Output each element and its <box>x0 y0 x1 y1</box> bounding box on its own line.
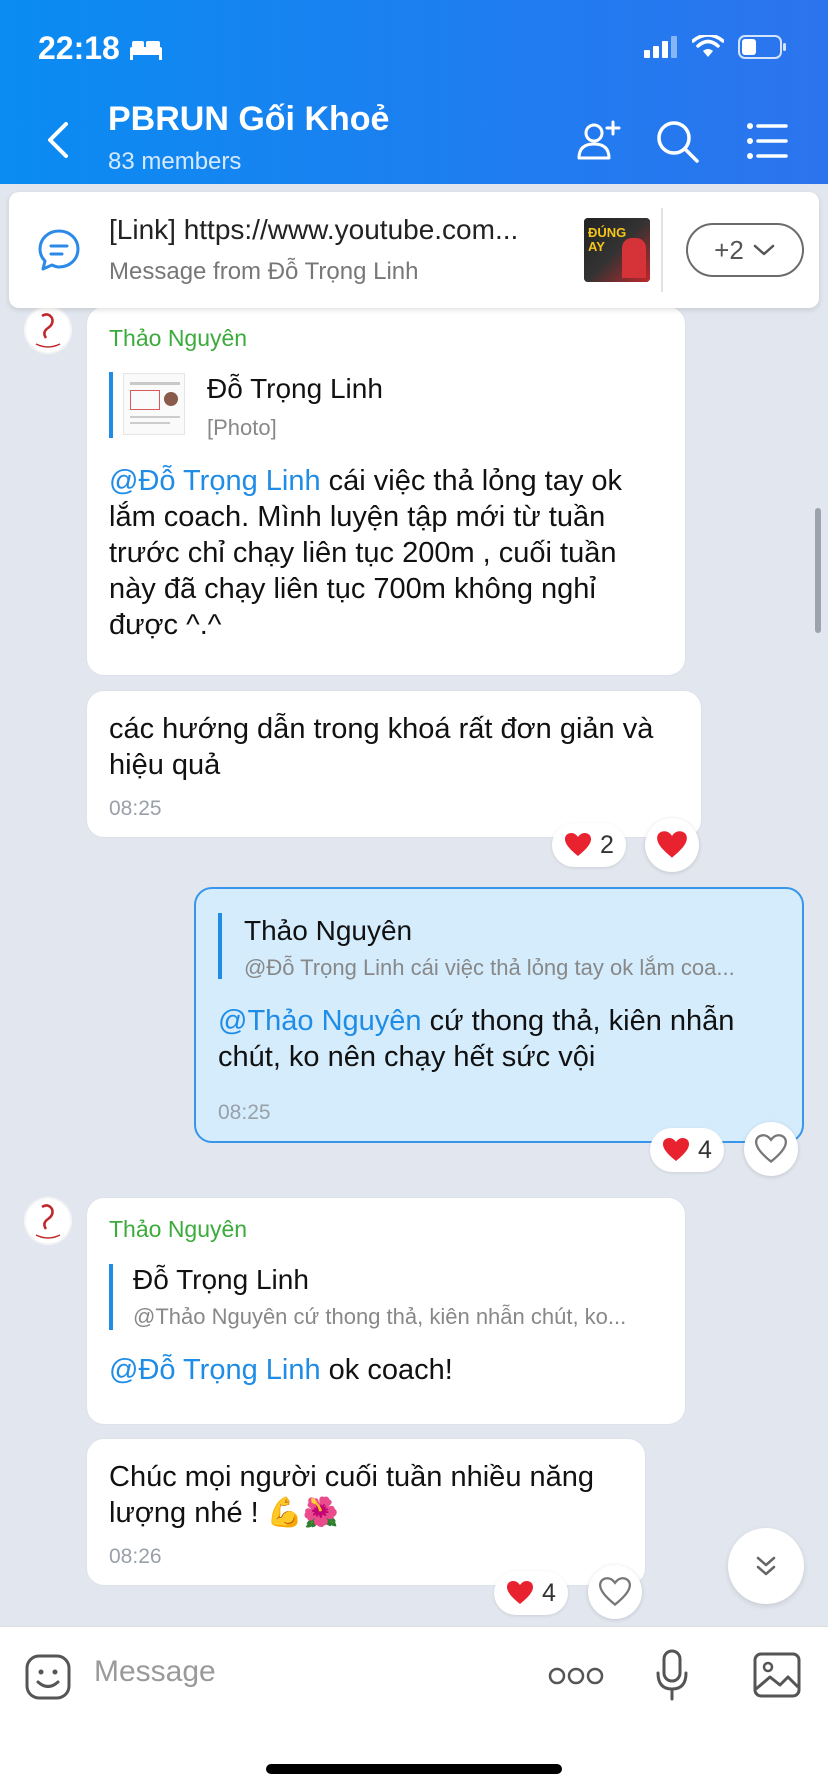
message-bubble[interactable]: Chúc mọi người cuối tuần nhiều năng lượn… <box>86 1438 646 1586</box>
chat-bubble-icon <box>38 229 80 271</box>
video-thumbnail[interactable]: ĐÚNG AY <box>584 218 650 282</box>
quoted-sender: Thảo Nguyên <box>244 915 413 946</box>
message-bubble[interactable]: Thảo Nguyên Đỗ Trọng Linh [Photo] @Đỗ Tr… <box>86 306 686 676</box>
message-text-line: lắm coach. Mình luyện tập mới từ tuần <box>109 501 606 533</box>
pinned-more-label: +2 <box>714 234 744 265</box>
reaction-count: 4 <box>542 1578 556 1607</box>
reaction-count: 4 <box>698 1135 712 1164</box>
member-count[interactable]: 83 members <box>108 148 241 176</box>
pinned-subtitle: Message from Đỗ Trọng Linh <box>109 258 419 285</box>
double-chevron-down-icon <box>756 1556 776 1576</box>
message-time: 08:25 <box>109 797 162 820</box>
message-text-line: được ^.^ <box>109 609 222 641</box>
avatar[interactable] <box>24 1197 72 1245</box>
bed-icon <box>129 40 162 60</box>
pinned-more-button[interactable]: +2 <box>686 223 804 277</box>
message-text: @Đỗ Trọng Linh ok coach! <box>109 1352 679 1388</box>
message-text-line: ok coach! <box>320 1354 453 1386</box>
reaction-summary[interactable]: 2 <box>552 823 626 867</box>
quoted-reply[interactable] <box>109 372 113 438</box>
quoted-reply[interactable] <box>218 913 222 979</box>
chevron-down-icon <box>753 244 775 256</box>
reaction-summary[interactable]: 4 <box>650 1128 724 1172</box>
heart-icon <box>565 833 591 856</box>
heart-outline-icon <box>599 1577 631 1607</box>
back-arrow-icon[interactable] <box>40 118 76 162</box>
message-text-line: Chúc mọi người cuối tuần nhiều năng <box>109 1461 595 1493</box>
quoted-photo-thumbnail <box>123 373 185 435</box>
sender-name: Thảo Nguyên <box>109 325 248 351</box>
pinned-message-bar[interactable]: [Link] https://www.youtube.com... Messag… <box>9 192 819 308</box>
message-time: 08:25 <box>218 1101 271 1124</box>
search-icon[interactable] <box>652 116 702 166</box>
group-title[interactable]: PBRUN Gối Khoẻ <box>108 100 389 139</box>
thumbnail-text: ĐÚNG AY <box>588 225 627 254</box>
mention-link[interactable]: @Thảo Nguyên <box>218 1005 422 1037</box>
message-text-line: này đã chạy liên tục 700m không nghỉ <box>109 573 596 605</box>
own-message-bubble[interactable]: Thảo Nguyên @Đỗ Trọng Linh cái việc thả … <box>194 887 804 1143</box>
react-button[interactable] <box>744 1122 798 1176</box>
message-text-line: các hướng dẫn trong khoá rất đơn giản và <box>109 713 654 745</box>
message-text: Chúc mọi người cuối tuần nhiều năng lượn… <box>109 1459 639 1531</box>
microphone-icon[interactable] <box>654 1649 690 1701</box>
quoted-reply[interactable] <box>109 1264 113 1330</box>
message-text-line: hiệu quả <box>109 749 221 781</box>
message-text-line: trước chỉ chạy liên tục 200m , cuối tuần <box>109 537 617 569</box>
more-options-icon[interactable] <box>548 1665 604 1687</box>
message-text-line: cứ thong thả, kiên nhẫn <box>421 1005 735 1037</box>
wifi-icon <box>692 35 724 57</box>
avatar[interactable] <box>24 306 72 354</box>
reaction-summary[interactable]: 4 <box>494 1571 568 1615</box>
status-time: 22:18 <box>38 30 164 67</box>
quoted-text: [Photo] <box>207 415 277 440</box>
quoted-text: @Đỗ Trọng Linh cái việc thả lỏng tay ok … <box>244 955 735 980</box>
status-time-text: 22:18 <box>38 30 120 66</box>
heart-filled-icon <box>657 831 687 858</box>
react-button[interactable] <box>588 1565 642 1619</box>
menu-list-icon[interactable] <box>742 116 792 166</box>
quoted-text: @Thảo Nguyên cứ thong thả, kiên nhẫn chú… <box>133 1304 627 1329</box>
pinned-title: [Link] https://www.youtube.com... <box>109 214 519 245</box>
pinned-divider <box>661 208 663 292</box>
quoted-sender: Đỗ Trọng Linh <box>207 373 383 404</box>
react-button[interactable] <box>645 818 699 872</box>
sender-name: Thảo Nguyên <box>109 1216 248 1242</box>
signal-icon <box>644 36 677 58</box>
message-input[interactable]: Message <box>94 1655 216 1689</box>
message-text: các hướng dẫn trong khoá rất đơn giản và… <box>109 711 699 783</box>
heart-icon <box>663 1138 689 1161</box>
message-text: @Đỗ Trọng Linh cái việc thả lỏng tay ok … <box>109 463 679 643</box>
sticker-emoji-icon[interactable] <box>24 1653 72 1701</box>
quoted-sender: Đỗ Trọng Linh <box>133 1264 309 1295</box>
add-member-icon[interactable] <box>574 116 624 166</box>
scroll-to-bottom-button[interactable] <box>728 1528 804 1604</box>
heart-icon <box>507 1581 533 1604</box>
message-time: 08:26 <box>109 1545 162 1568</box>
mention-link[interactable]: @Đỗ Trọng Linh <box>109 1354 321 1386</box>
mention-link[interactable]: @Đỗ Trọng Linh <box>109 465 321 497</box>
home-indicator[interactable] <box>266 1764 562 1774</box>
image-gallery-icon[interactable] <box>752 1651 802 1699</box>
heart-outline-icon <box>755 1134 787 1164</box>
message-text-line: chút, ko nên chạy hết sức vội <box>218 1041 596 1073</box>
message-text: @Thảo Nguyên cứ thong thả, kiên nhẫn chú… <box>218 1003 798 1075</box>
reaction-count: 2 <box>600 830 614 859</box>
message-bubble[interactable]: Thảo Nguyên Đỗ Trọng Linh @Thảo Nguyên c… <box>86 1197 686 1425</box>
chat-header: 22:18 PBRUN Gối Khoẻ 83 members <box>0 0 828 184</box>
avatar-logo-icon <box>24 1197 72 1245</box>
message-text-line: cái việc thả lỏng tay ok <box>320 465 623 497</box>
message-bubble[interactable]: các hướng dẫn trong khoá rất đơn giản và… <box>86 690 702 838</box>
message-text-line: lượng nhé ! 💪🌺 <box>109 1497 339 1529</box>
battery-icon <box>738 35 786 59</box>
avatar-logo-icon <box>24 306 72 354</box>
scrollbar[interactable] <box>815 508 821 633</box>
status-icons <box>644 34 788 60</box>
